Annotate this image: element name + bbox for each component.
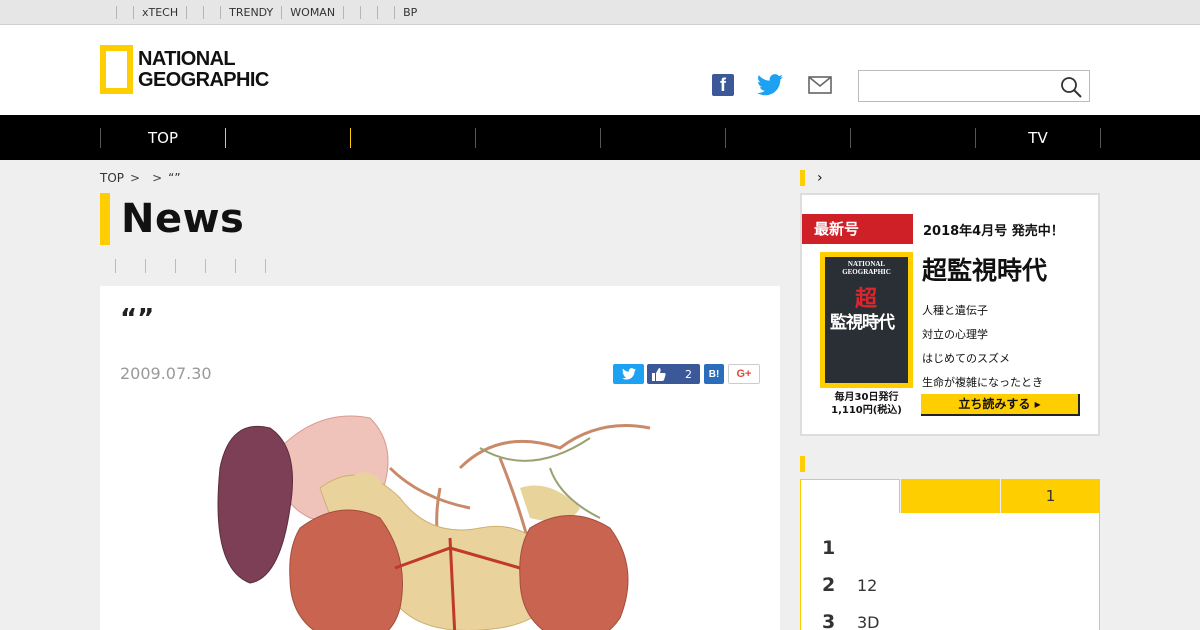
thumbs-up-icon	[652, 367, 666, 381]
global-nav: TOP TV	[0, 115, 1200, 160]
logo-line-1: NATIONAL	[138, 47, 236, 70]
google-plus-button[interactable]: G+	[728, 364, 760, 384]
network-link[interactable]	[343, 6, 360, 19]
cover-logo-line-1: NATIONAL	[847, 260, 886, 268]
ranking-section-accent-bar	[800, 456, 805, 472]
ranking-tabs: 1	[800, 479, 1100, 514]
topic-item: 対立の心理学	[922, 328, 988, 341]
section-accent-bar	[100, 193, 110, 245]
topic-item: 人種と遺伝子	[922, 304, 988, 317]
cover-logo-line-2: GEOGRAPHIC	[842, 268, 891, 276]
rank-title: 3D	[857, 612, 880, 630]
breadcrumb-home[interactable]: TOP	[100, 171, 124, 185]
rank-number: 2	[822, 574, 836, 596]
news-category-tabs	[115, 259, 295, 273]
ranking-tab[interactable]: 1	[1001, 479, 1100, 513]
search-input[interactable]	[859, 71, 1049, 101]
nav-item[interactable]	[725, 128, 850, 148]
twitter-icon[interactable]	[756, 74, 784, 96]
release-schedule: 毎月30日発行	[834, 392, 899, 403]
network-link[interactable]	[203, 6, 220, 19]
category-tab[interactable]	[115, 259, 145, 273]
mail-icon[interactable]	[807, 74, 833, 96]
cover-headline-2: 監視時代	[830, 313, 895, 333]
ranking-row[interactable]: 2 12	[822, 574, 877, 596]
breadcrumb-separator: >	[152, 171, 163, 185]
network-bar: xTECH TRENDY WOMAN BP	[0, 0, 1200, 25]
logo-wordmark: NATIONAL GEOGRAPHIC	[138, 47, 269, 91]
section-accent-bar	[800, 170, 805, 186]
ranking-tab[interactable]	[800, 479, 900, 514]
category-tab[interactable]	[265, 259, 295, 273]
article-hero-image	[200, 408, 680, 630]
facebook-icon[interactable]: f	[712, 74, 734, 96]
network-link[interactable]	[360, 6, 377, 19]
page-title: News	[121, 196, 245, 242]
breadcrumb-current: “”	[168, 171, 181, 185]
network-link-trendy[interactable]: TRENDY	[220, 6, 281, 19]
network-link[interactable]	[377, 6, 394, 19]
site-header: NATIONAL GEOGRAPHIC f	[0, 25, 1200, 115]
rank-number: 1	[822, 537, 836, 559]
breadcrumb: TOP > > “”	[100, 171, 181, 185]
magazine-promo: 最新号 2018年4月号 発売中！ NATIONAL GEOGRAPHIC 超 …	[800, 193, 1100, 436]
nav-item[interactable]	[600, 128, 725, 148]
nav-item[interactable]	[850, 128, 975, 148]
issue-price: 1,110円(税込)	[831, 405, 902, 416]
feature-title: 超監視時代	[922, 256, 1048, 285]
breadcrumb-separator: >	[130, 171, 141, 185]
ranking-list: 1 2 12 3 3D	[800, 513, 1100, 630]
ranking-row[interactable]: 3 3D	[822, 611, 880, 630]
network-link-xtech[interactable]: xTECH	[133, 6, 186, 19]
article-card: “” 2009.07.30 2 B! G+	[100, 286, 780, 630]
rank-number: 3	[822, 611, 836, 630]
logo-line-2: GEOGRAPHIC	[138, 68, 269, 91]
twitter-share-button[interactable]	[613, 364, 644, 384]
hatena-bookmark-button[interactable]: B!	[704, 364, 724, 384]
article-title: “”	[120, 304, 155, 334]
chevron-right-icon: ›	[817, 170, 823, 186]
topic-list: 人種と遺伝子 対立の心理学 はじめてのスズメ 生命が複雑になったとき	[922, 299, 1043, 395]
nav-item[interactable]	[350, 128, 475, 148]
latest-issue-label: 最新号	[802, 214, 913, 244]
issue-date: 2018年4月号 発売中！	[923, 224, 1064, 239]
ranking-row[interactable]: 1	[822, 537, 857, 559]
preview-read-button[interactable]: 立ち読みする ▸	[921, 394, 1080, 416]
network-link[interactable]	[116, 6, 133, 19]
rank-title: 12	[857, 575, 878, 595]
network-link-woman[interactable]: WOMAN	[281, 6, 343, 19]
logo-yellow-border	[100, 45, 133, 94]
category-tab[interactable]	[205, 259, 235, 273]
search-box	[858, 70, 1090, 102]
article-date: 2009.07.30	[120, 364, 212, 383]
cover-logo: NATIONAL GEOGRAPHIC	[825, 260, 908, 276]
site-logo[interactable]: NATIONAL GEOGRAPHIC	[100, 45, 269, 94]
nav-item[interactable]	[225, 128, 350, 148]
magazine-cover[interactable]: NATIONAL GEOGRAPHIC 超 監視時代	[820, 252, 913, 388]
category-tab[interactable]	[175, 259, 205, 273]
topic-item: はじめてのスズメ	[922, 352, 1010, 365]
facebook-like-button[interactable]: 2	[647, 364, 700, 384]
network-link-bp[interactable]: BP	[394, 6, 425, 19]
category-tab[interactable]	[145, 259, 175, 273]
network-link[interactable]	[186, 6, 203, 19]
nav-item[interactable]	[475, 128, 600, 148]
like-count: 2	[685, 367, 692, 381]
ranking-tab[interactable]	[901, 479, 1000, 513]
nav-divider	[1100, 128, 1101, 148]
nav-item-tv[interactable]: TV	[975, 128, 1100, 148]
release-info: 毎月30日発行 1,110円(税込)	[820, 391, 913, 417]
magazine-section-header[interactable]: ›	[800, 170, 823, 186]
search-icon[interactable]	[1059, 75, 1083, 99]
topic-item: 生命が複雑になったとき	[922, 376, 1043, 389]
category-tab[interactable]	[235, 259, 265, 273]
nav-item-top[interactable]: TOP	[100, 128, 225, 148]
section-header: News	[100, 193, 244, 245]
network-links: xTECH TRENDY WOMAN BP	[116, 0, 425, 25]
